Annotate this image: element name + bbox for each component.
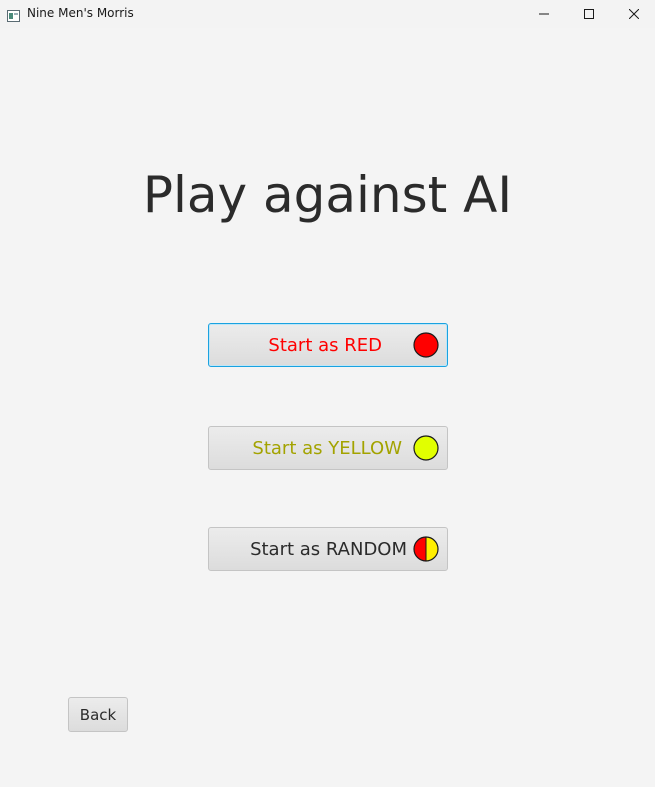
start-as-red-label: Start as RED: [268, 334, 382, 356]
minimize-icon: [539, 13, 549, 15]
minimize-button[interactable]: [521, 0, 567, 28]
start-as-random-button[interactable]: Start as RANDOM: [208, 527, 448, 571]
start-as-yellow-button[interactable]: Start as YELLOW: [208, 426, 448, 470]
start-as-yellow-label: Start as YELLOW: [252, 437, 402, 459]
start-as-random-label: Start as RANDOM: [250, 538, 407, 560]
window-title: Nine Men's Morris: [27, 6, 134, 20]
red-piece-icon: [413, 332, 439, 358]
back-button[interactable]: Back: [68, 697, 128, 732]
close-button[interactable]: [611, 0, 655, 28]
close-icon: [629, 9, 639, 19]
maximize-icon: [584, 9, 594, 19]
start-as-red-button[interactable]: Start as RED: [208, 323, 448, 367]
page-title: Play against AI: [142, 166, 513, 224]
random-piece-icon: [413, 536, 439, 562]
app-window: Nine Men's Morris Play against AI Start …: [0, 0, 655, 787]
yellow-piece-icon: [413, 435, 439, 461]
maximize-button[interactable]: [566, 0, 612, 28]
title-bar: Nine Men's Morris: [0, 0, 655, 28]
app-icon: [7, 7, 20, 22]
